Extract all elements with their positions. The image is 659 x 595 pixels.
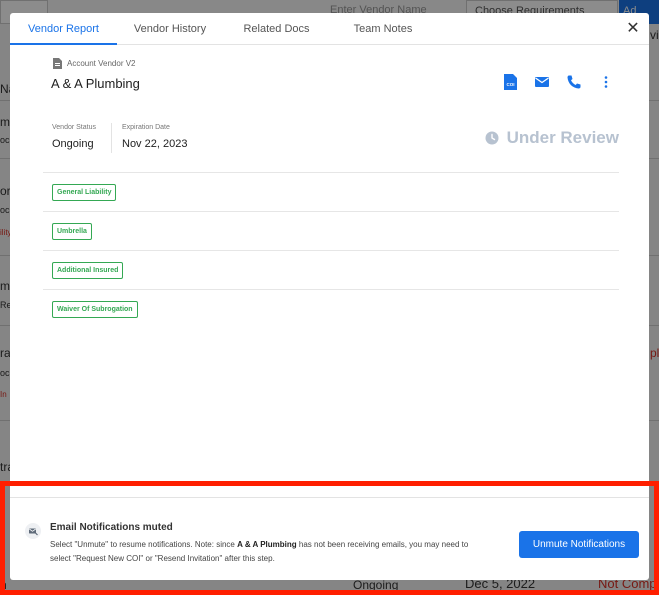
requirement-row: General Liability <box>43 172 619 211</box>
requirement-badge-waiver-of-subrogation: Waiver Of Subrogation <box>52 301 138 318</box>
notice-body-prefix: Select "Unmute" to resume notifications.… <box>50 540 238 549</box>
coi-document-icon[interactable]: COI <box>502 74 518 90</box>
phone-icon[interactable] <box>566 74 582 90</box>
clock-icon <box>485 131 499 145</box>
coi-icon-label: COI <box>506 82 514 87</box>
close-icon[interactable]: ✕ <box>625 21 641 37</box>
tab-bar: Vendor Report Vendor History Related Doc… <box>10 13 649 45</box>
requirement-row: Waiver Of Subrogation <box>43 289 619 328</box>
expiration-date-value: Nov 22, 2023 <box>122 138 188 150</box>
unmute-notifications-button[interactable]: Unmute Notifications <box>519 531 639 558</box>
account-label: Account Vendor V2 <box>67 59 136 68</box>
requirement-badge-additional-insured: Additional Insured <box>52 262 124 279</box>
tab-team-notes[interactable]: Team Notes <box>330 13 436 45</box>
more-vertical-icon[interactable] <box>598 74 614 90</box>
review-status: Under Review <box>485 128 619 148</box>
review-status-text: Under Review <box>506 128 619 147</box>
tab-vendor-history[interactable]: Vendor History <box>117 13 223 45</box>
email-muted-icon <box>25 523 41 539</box>
notice-title: Email Notifications muted <box>50 522 173 533</box>
requirement-badge-general-liability: General Liability <box>52 184 117 201</box>
email-icon[interactable] <box>534 74 550 90</box>
vendor-modal: Vendor Report Vendor History Related Doc… <box>10 13 649 580</box>
document-icon <box>53 58 62 69</box>
notice-body: Select "Unmute" to resume notifications.… <box>50 538 490 566</box>
field-divider <box>111 123 112 153</box>
expiration-date-label: Expiration Date <box>122 124 170 131</box>
vendor-status-value: Ongoing <box>52 138 94 150</box>
vendor-status-label: Vendor Status <box>52 124 96 131</box>
email-muted-notice: Email Notifications muted Select "Unmute… <box>10 497 649 567</box>
notice-body-vendor: A & A Plumbing <box>237 540 297 549</box>
vendor-name: A & A Plumbing <box>51 76 140 91</box>
requirement-row: Umbrella <box>43 211 619 250</box>
tab-related-docs[interactable]: Related Docs <box>223 13 330 45</box>
requirement-row: Additional Insured <box>43 250 619 289</box>
tab-vendor-report[interactable]: Vendor Report <box>10 13 117 45</box>
requirement-badge-umbrella: Umbrella <box>52 223 92 240</box>
